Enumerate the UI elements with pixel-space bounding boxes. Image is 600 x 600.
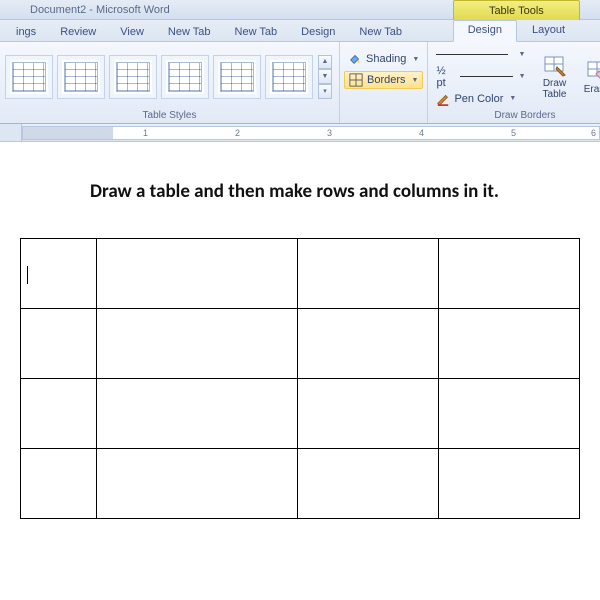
eraser-button[interactable]: Eraser: [579, 48, 600, 106]
ribbon-tabs: ings Review View New Tab New Tab Design …: [0, 20, 600, 42]
dropdown-icon: ▼: [509, 95, 516, 102]
tab-new-tab-2[interactable]: New Tab: [223, 23, 290, 41]
table-style-option[interactable]: [109, 55, 157, 99]
window-title: Document2 - Microsoft Word: [30, 4, 170, 16]
ruler-mark: 5: [511, 128, 516, 138]
text-cursor: [27, 266, 28, 284]
table-tools-header: Table Tools: [453, 0, 580, 20]
table-style-option[interactable]: [57, 55, 105, 99]
table-row: [21, 378, 580, 448]
ruler-track: 1 2 3 4 5 6: [22, 126, 600, 140]
borders-icon: [349, 73, 363, 87]
ruler-margin-area: [23, 127, 113, 139]
eraser-label: Eraser: [584, 84, 600, 95]
tab-view[interactable]: View: [108, 23, 156, 41]
shading-label: Shading: [366, 53, 406, 65]
ribbon-group-table-styles: ▲ ▼ ▾ Table Styles: [0, 42, 340, 123]
tab-review[interactable]: Review: [48, 23, 108, 41]
gallery-down-icon[interactable]: ▼: [318, 69, 332, 84]
tab-mailings-partial[interactable]: ings: [4, 23, 48, 41]
ruler-mark: 2: [235, 128, 240, 138]
line-weight-dropdown[interactable]: ½ pt ▼: [432, 64, 529, 90]
pen-icon: [436, 92, 450, 106]
table-row: [21, 238, 580, 308]
document-table[interactable]: [20, 238, 580, 519]
dropdown-icon: ▼: [412, 56, 419, 63]
table-style-option[interactable]: [213, 55, 261, 99]
ruler-mark: 6: [591, 128, 596, 138]
horizontal-ruler[interactable]: 1 2 3 4 5 6: [0, 124, 600, 142]
tab-new-tab-1[interactable]: New Tab: [156, 23, 223, 41]
pen-color-button[interactable]: Pen Color ▼: [432, 90, 529, 108]
table-row: [21, 308, 580, 378]
table-style-option[interactable]: [5, 55, 53, 99]
line-style-sample: [436, 54, 508, 55]
table-tools-tab-design[interactable]: Design: [453, 20, 517, 42]
line-weight-sample: [460, 76, 512, 77]
shading-button[interactable]: Shading ▼: [344, 50, 423, 68]
ruler-mark: 3: [327, 128, 332, 138]
ruler-mark: 4: [419, 128, 424, 138]
ruler-mark: 1: [143, 128, 148, 138]
table-style-option[interactable]: [161, 55, 209, 99]
paint-bucket-icon: [348, 52, 362, 66]
ribbon-group-shading-borders: Shading ▼ Borders ▼: [340, 42, 428, 123]
table-row: [21, 448, 580, 518]
pen-color-label: Pen Color: [454, 93, 503, 105]
document-body-text[interactable]: Draw a table and then make rows and colu…: [90, 180, 550, 204]
line-weight-value: ½ pt: [436, 65, 456, 89]
document-area[interactable]: Draw a table and then make rows and colu…: [0, 142, 600, 519]
tab-design[interactable]: Design: [289, 23, 347, 41]
ribbon-group-label: Draw Borders: [432, 109, 600, 123]
draw-table-button[interactable]: Draw Table: [536, 48, 574, 106]
eraser-icon: [586, 58, 600, 82]
table-style-option[interactable]: [265, 55, 313, 99]
dropdown-icon: ▼: [412, 77, 419, 84]
draw-table-label: Draw Table: [536, 79, 574, 100]
table-styles-gallery-scroll[interactable]: ▲ ▼ ▾: [318, 55, 332, 99]
table-tools-contextual: Table Tools Design Layout: [453, 0, 580, 42]
dropdown-icon: ▼: [519, 73, 526, 80]
table-tools-tab-layout[interactable]: Layout: [517, 20, 580, 42]
tab-new-tab-3[interactable]: New Tab: [347, 23, 414, 41]
ribbon-group-draw-borders: ▼ ½ pt ▼ Pen Color ▼: [428, 42, 600, 123]
ribbon-group-label: Table Styles: [4, 109, 335, 123]
gallery-up-icon[interactable]: ▲: [318, 55, 332, 70]
draw-table-icon: [543, 53, 567, 77]
borders-button[interactable]: Borders ▼: [344, 71, 423, 89]
borders-label: Borders: [367, 74, 406, 86]
gallery-more-icon[interactable]: ▾: [318, 84, 332, 99]
ruler-corner: [0, 124, 22, 142]
line-style-dropdown[interactable]: ▼: [432, 46, 529, 64]
ribbon: ▲ ▼ ▾ Table Styles Shading ▼ Borders ▼: [0, 42, 600, 124]
dropdown-icon: ▼: [518, 51, 525, 58]
